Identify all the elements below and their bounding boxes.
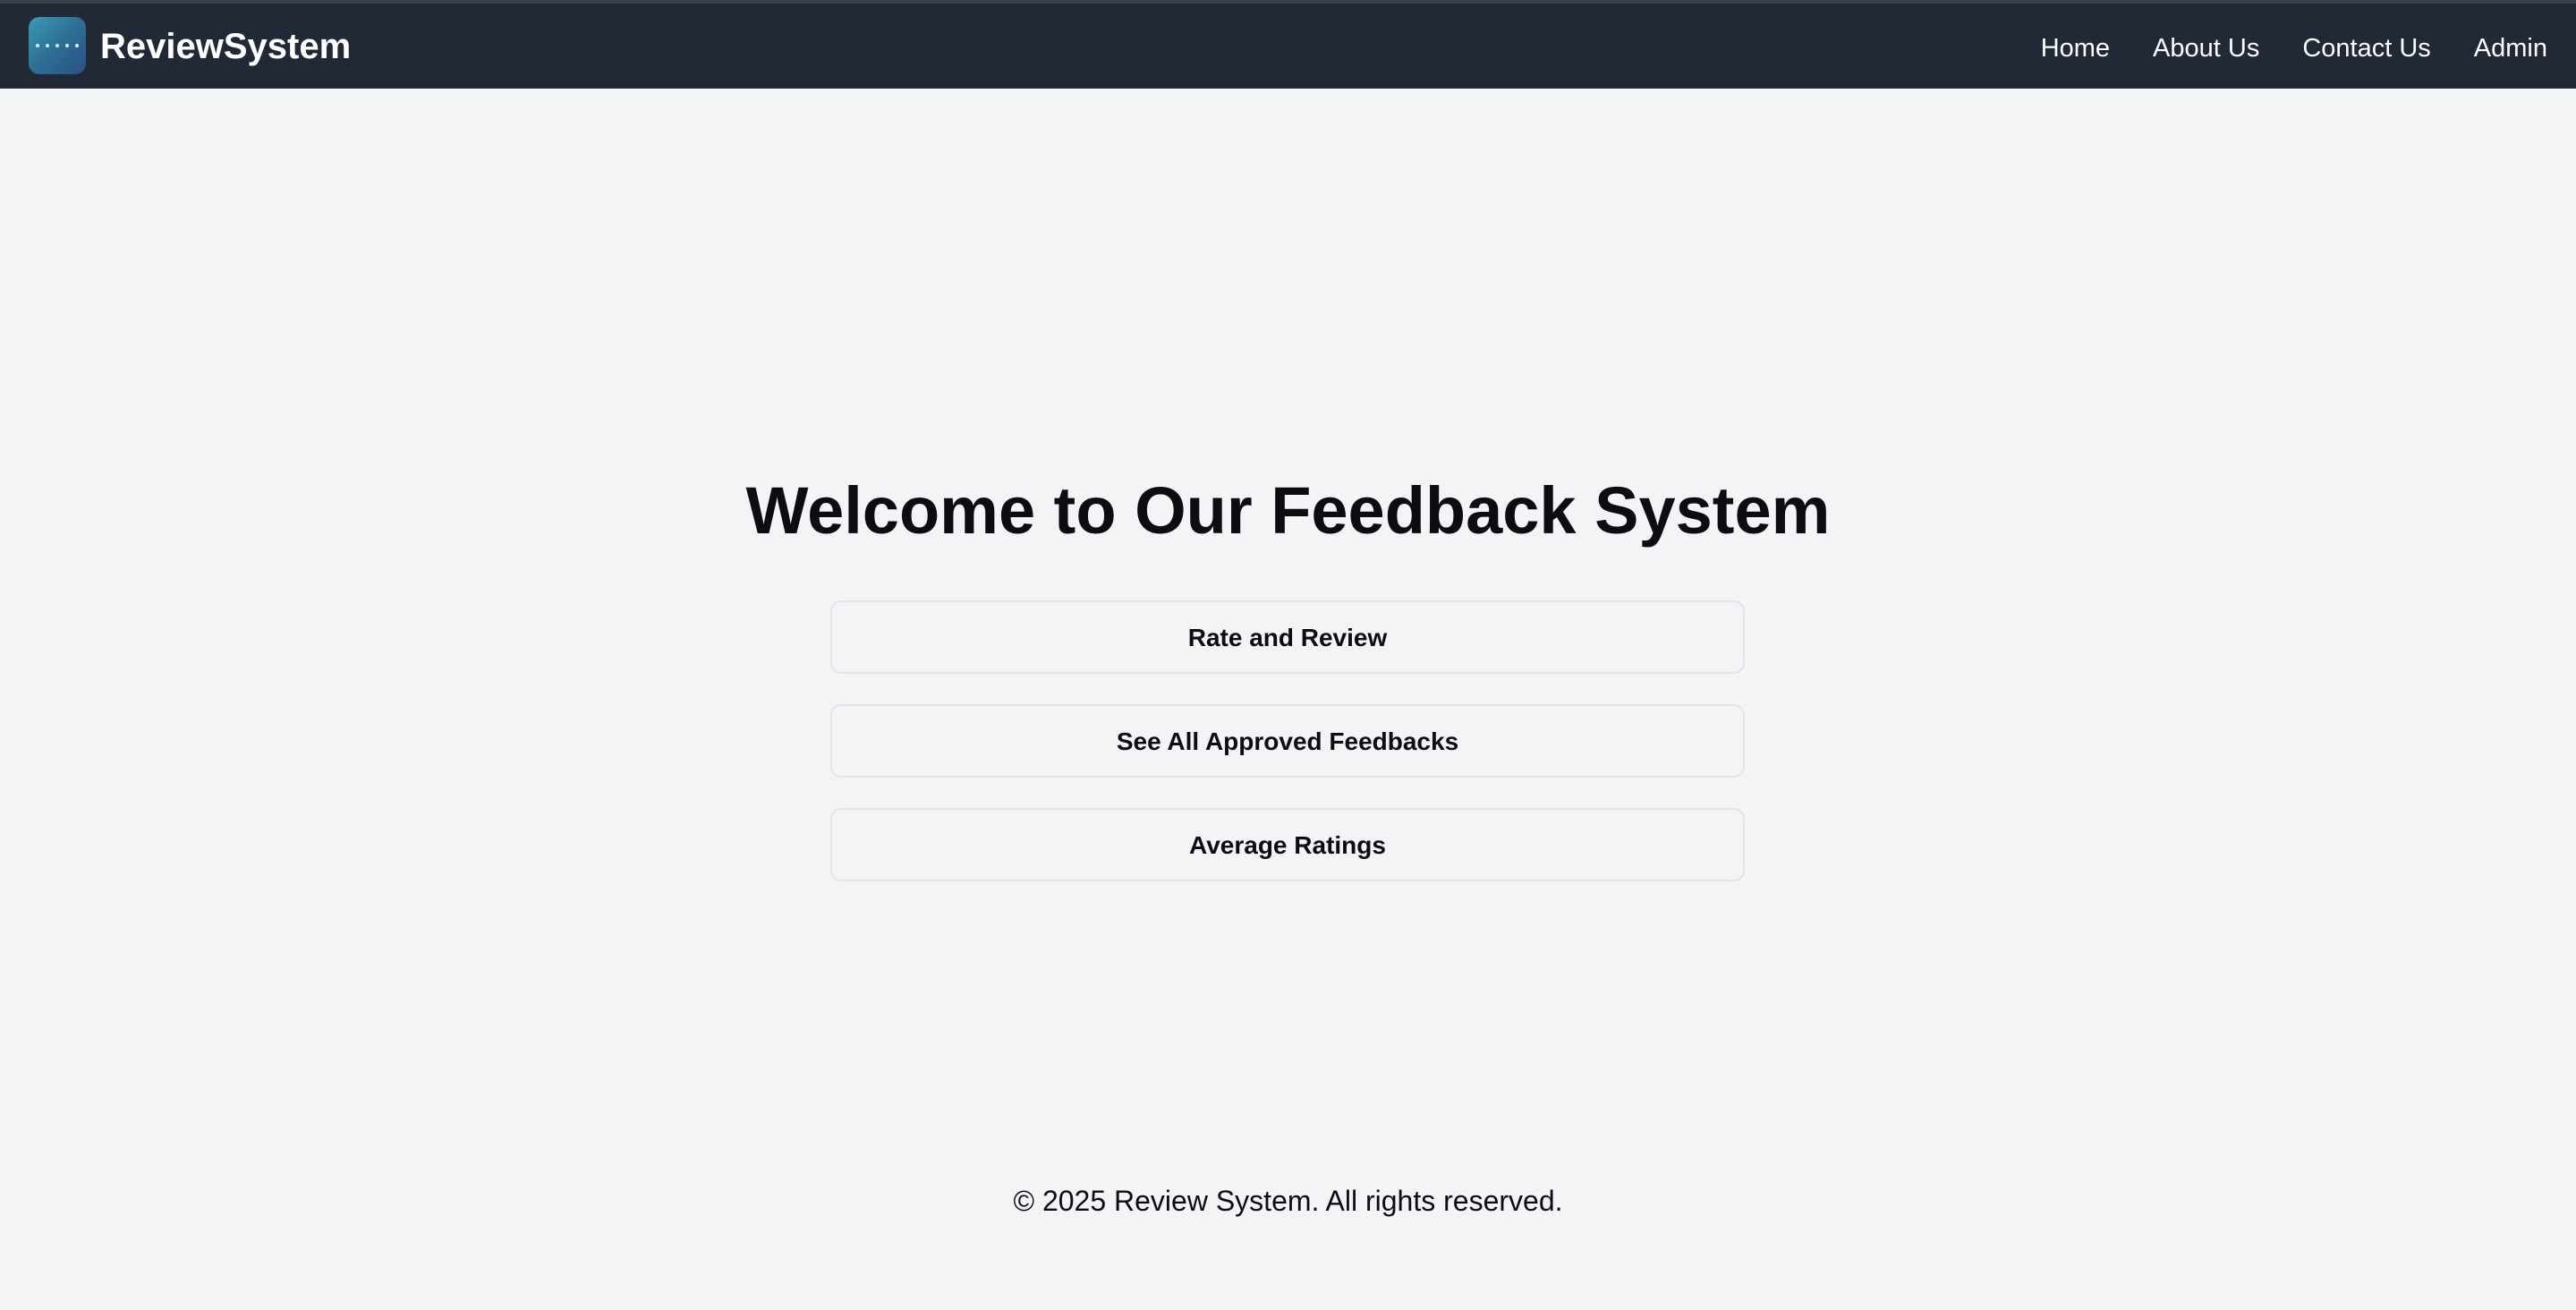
- rate-and-review-button[interactable]: Rate and Review: [830, 600, 1745, 674]
- brand-name[interactable]: ReviewSystem: [100, 25, 351, 68]
- main-content: Welcome to Our Feedback System Rate and …: [0, 89, 2576, 1310]
- nav-admin[interactable]: Admin: [2474, 30, 2547, 66]
- nav-contact-us[interactable]: Contact Us: [2302, 30, 2430, 66]
- footer-copyright: © 2025 Review System. All rights reserve…: [1013, 1185, 1563, 1217]
- nav-home[interactable]: Home: [2041, 30, 2110, 66]
- logo-dots: [36, 44, 79, 47]
- page-title: Welcome to Our Feedback System: [745, 473, 1831, 548]
- average-ratings-button[interactable]: Average Ratings: [830, 808, 1745, 881]
- main-nav: Home About Us Contact Us Admin: [2041, 30, 2547, 66]
- top-navbar: ReviewSystem Home About Us Contact Us Ad…: [0, 0, 2576, 89]
- see-approved-feedbacks-button[interactable]: See All Approved Feedbacks: [830, 704, 1745, 778]
- nav-about-us[interactable]: About Us: [2153, 30, 2259, 66]
- app-logo-icon[interactable]: [29, 17, 86, 74]
